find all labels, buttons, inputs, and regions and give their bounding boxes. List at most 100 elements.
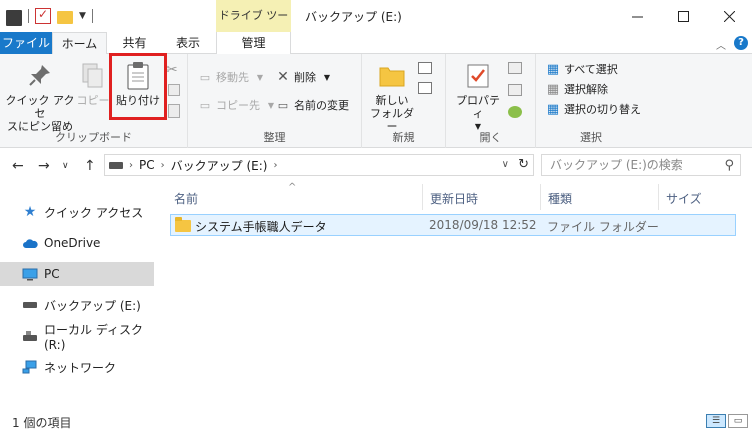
- recent-chevron-icon[interactable]: ∨: [62, 161, 69, 171]
- open-group-label: 開く: [479, 131, 502, 144]
- invert-selection-label: 選択の切り替え: [564, 103, 641, 116]
- nav-item-network[interactable]: ネットワーク: [0, 355, 154, 379]
- column-header-size[interactable]: サイズ: [666, 190, 702, 207]
- breadcrumb-chevron-icon[interactable]: ›: [161, 160, 165, 171]
- tab-file[interactable]: ファイル: [0, 32, 52, 54]
- properties-label: プロパティ: [456, 94, 500, 120]
- pin-label: クイック アクセ スにピン留め: [5, 94, 75, 133]
- maximize-button[interactable]: [660, 0, 706, 32]
- nav-item-quick-access[interactable]: ★ クイック アクセス: [0, 200, 154, 224]
- select-all-button[interactable]: ▦ すべて選択: [546, 60, 618, 78]
- pin-quick-access-button[interactable]: クイック アクセ スにピン留め: [4, 60, 76, 133]
- nav-item-label: ローカル ディスク (R:): [44, 322, 143, 352]
- edit-icon[interactable]: [508, 84, 522, 96]
- monitor-icon: [22, 267, 38, 281]
- nav-item-local-disk[interactable]: ローカル ディスク (R:): [0, 323, 154, 352]
- copy-button[interactable]: コピー: [76, 60, 110, 107]
- folder-icon: [175, 217, 191, 232]
- select-none-label: 選択解除: [564, 83, 608, 96]
- search-input[interactable]: バックアップ (E:)の検索 ⚲: [541, 154, 741, 176]
- breadcrumb-pc[interactable]: PC: [139, 158, 155, 172]
- nav-item-backup-drive[interactable]: バックアップ (E:): [0, 293, 154, 317]
- chevron-down-icon: ▼: [256, 72, 264, 82]
- file-list-pane: ^ 名前 更新日時 種類 サイズ システム手帳職人データ 2018/09/18 …: [160, 182, 752, 402]
- file-type: ファイル フォルダー: [547, 220, 659, 234]
- new-folder-label: 新しい フォルダー: [370, 94, 414, 133]
- breadcrumb-drive[interactable]: バックアップ (E:): [171, 157, 268, 174]
- address-bar-row: ← → ∨ ↑ › PC › バックアップ (E:) › ∨ ↻ バックアップ …: [0, 148, 752, 184]
- column-divider[interactable]: [422, 184, 423, 210]
- rename-button[interactable]: ▭ 名前の変更: [276, 96, 349, 114]
- refresh-icon[interactable]: ↻: [518, 157, 529, 172]
- minimize-icon: [631, 16, 643, 17]
- up-arrow-icon[interactable]: ↑: [84, 158, 96, 174]
- address-dropdown-icon[interactable]: ∨: [502, 159, 509, 170]
- column-header-type[interactable]: 種類: [548, 190, 572, 207]
- easy-access-icon[interactable]: [418, 82, 432, 94]
- delete-icon: ✕: [277, 69, 289, 85]
- table-row[interactable]: システム手帳職人データ 2018/09/18 12:52 ファイル フォルダー: [170, 214, 736, 236]
- properties-icon[interactable]: [35, 7, 51, 24]
- tab-share[interactable]: 共有: [107, 32, 162, 54]
- back-arrow-icon[interactable]: ←: [12, 158, 24, 174]
- paste-highlight-box: [109, 53, 167, 120]
- file-name: システム手帳職人データ: [195, 220, 327, 234]
- cut-icon[interactable]: ✂: [166, 62, 178, 78]
- select-group: ▦ すべて選択 ▦ 選択解除 ▦ 選択の切り替え 選択: [536, 54, 646, 148]
- search-icon: ⚲: [724, 158, 734, 173]
- move-to-label: 移動先: [216, 71, 249, 84]
- tab-home[interactable]: ホーム: [52, 32, 107, 55]
- column-divider[interactable]: [540, 184, 541, 210]
- new-folder-button[interactable]: 新しい フォルダー: [368, 60, 416, 133]
- new-folder-icon[interactable]: [57, 10, 73, 24]
- open-icon[interactable]: [508, 62, 522, 74]
- delete-button[interactable]: ✕ 削除 ▼: [276, 68, 334, 86]
- tab-manage[interactable]: 管理: [216, 32, 291, 54]
- minimize-button[interactable]: [614, 0, 660, 32]
- column-header-date[interactable]: 更新日時: [430, 190, 478, 207]
- file-name-cell: システム手帳職人データ: [175, 217, 327, 235]
- chevron-down-icon: ▼: [323, 72, 331, 82]
- drive-icon: [22, 298, 38, 312]
- move-to-icon: ▭: [199, 70, 211, 84]
- details-view-icon[interactable]: ☰: [706, 414, 726, 428]
- close-button[interactable]: [706, 0, 752, 32]
- forward-arrow-icon[interactable]: →: [38, 158, 50, 174]
- organize-group-label: 整理: [263, 131, 286, 144]
- paste-shortcut-icon[interactable]: [168, 104, 180, 118]
- breadcrumb-chevron-icon[interactable]: ›: [273, 160, 277, 171]
- help-icon[interactable]: ?: [734, 36, 748, 50]
- properties-button[interactable]: プロパティ ▼: [452, 60, 504, 133]
- qat-customize-icon[interactable]: ▼: [79, 11, 86, 21]
- column-header-name[interactable]: 名前: [174, 190, 198, 207]
- qat-separator: [28, 9, 29, 23]
- history-icon[interactable]: [508, 106, 522, 118]
- tab-view[interactable]: 表示: [162, 32, 214, 54]
- select-group-label: 選択: [580, 131, 602, 144]
- item-count: 1 個の項目: [12, 416, 72, 430]
- nav-item-pc[interactable]: PC: [0, 262, 154, 286]
- open-group: プロパティ ▼ 開く: [446, 54, 536, 148]
- status-bar: 1 個の項目 ☰ ▭: [0, 402, 752, 432]
- window-title: バックアップ (E:): [305, 10, 402, 24]
- select-none-button[interactable]: ▦ 選択解除: [546, 80, 608, 98]
- invert-selection-button[interactable]: ▦ 選択の切り替え: [546, 100, 641, 118]
- navigation-pane: ★ クイック アクセス OneDrive PC バックアップ (E:) ローカル…: [0, 184, 154, 402]
- nav-item-label: バックアップ (E:): [44, 298, 141, 313]
- network-icon: [22, 360, 38, 374]
- large-icons-view-icon[interactable]: ▭: [728, 414, 748, 428]
- copy-icon: [77, 60, 109, 92]
- nav-item-onedrive[interactable]: OneDrive: [0, 231, 154, 255]
- new-item-icon[interactable]: [418, 62, 432, 74]
- copy-path-icon[interactable]: [168, 84, 180, 96]
- properties-icon: [462, 60, 494, 92]
- drive-icon: [22, 329, 38, 343]
- chevron-up-icon[interactable]: ︿: [716, 37, 726, 52]
- copy-to-button[interactable]: ▭ コピー先 ▼: [198, 96, 278, 114]
- column-divider[interactable]: [658, 184, 659, 210]
- move-to-button[interactable]: ▭ 移動先 ▼: [198, 68, 267, 86]
- address-box[interactable]: › PC › バックアップ (E:) › ∨ ↻: [104, 154, 534, 176]
- breadcrumb-chevron-icon[interactable]: ›: [129, 160, 133, 171]
- qat-separator: [91, 9, 93, 23]
- nav-item-label: ネットワーク: [44, 360, 117, 375]
